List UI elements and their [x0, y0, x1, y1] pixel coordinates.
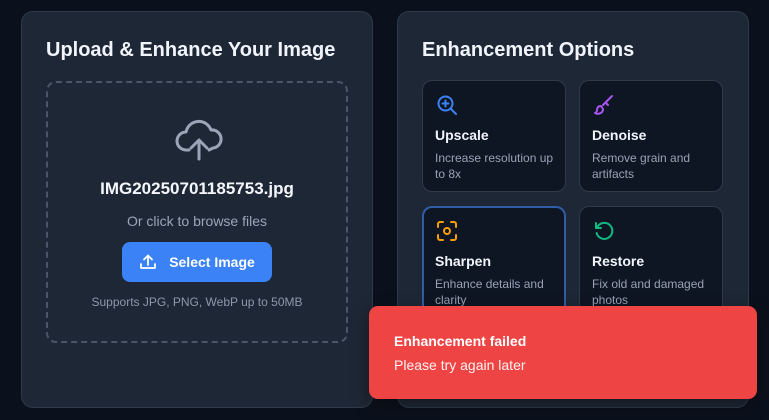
- option-upscale-title: Upscale: [435, 127, 489, 143]
- dropzone[interactable]: IMG20250701185753.jpg Or click to browse…: [46, 81, 348, 343]
- toast-title: Enhancement failed: [394, 333, 527, 349]
- zoom-in-icon: [437, 95, 457, 115]
- option-sharpen-title: Sharpen: [435, 253, 492, 269]
- focus-icon: [437, 221, 457, 241]
- option-upscale[interactable]: Upscale Increase resolution up to 8x: [422, 80, 566, 192]
- error-toast[interactable]: Enhancement failed Please try again late…: [369, 306, 757, 399]
- option-denoise-desc: Remove grain and artifacts: [592, 151, 691, 181]
- option-sharpen-desc: Enhance details and clarity: [435, 277, 544, 307]
- enhancement-options-title: Enhancement Options: [422, 39, 635, 61]
- selected-filename: IMG20250701185753.jpg: [100, 179, 294, 198]
- select-image-button[interactable]: Select Image: [122, 242, 272, 282]
- option-sharpen[interactable]: Sharpen Enhance details and clarity: [422, 206, 566, 318]
- brush-icon: [594, 95, 613, 115]
- upload-panel: Upload & Enhance Your Image IMG202507011…: [21, 11, 373, 408]
- select-image-label: Select Image: [169, 254, 255, 270]
- option-restore[interactable]: Restore Fix old and damaged photos: [579, 206, 723, 318]
- option-restore-title: Restore: [592, 253, 645, 269]
- option-denoise-title: Denoise: [592, 127, 647, 143]
- upload-panel-title: Upload & Enhance Your Image: [46, 39, 336, 61]
- option-upscale-desc: Increase resolution up to 8x: [435, 151, 554, 181]
- supported-formats-text: Supports JPG, PNG, WebP up to 50MB: [91, 295, 303, 309]
- toast-message: Please try again later: [394, 357, 526, 373]
- upload-icon: [140, 254, 157, 269]
- option-denoise[interactable]: Denoise Remove grain and artifacts: [579, 80, 723, 192]
- cloud-upload-icon: [175, 119, 223, 161]
- rotate-ccw-icon: [595, 221, 614, 240]
- browse-files-text[interactable]: Or click to browse files: [48, 213, 346, 229]
- option-restore-desc: Fix old and damaged photos: [592, 277, 705, 307]
